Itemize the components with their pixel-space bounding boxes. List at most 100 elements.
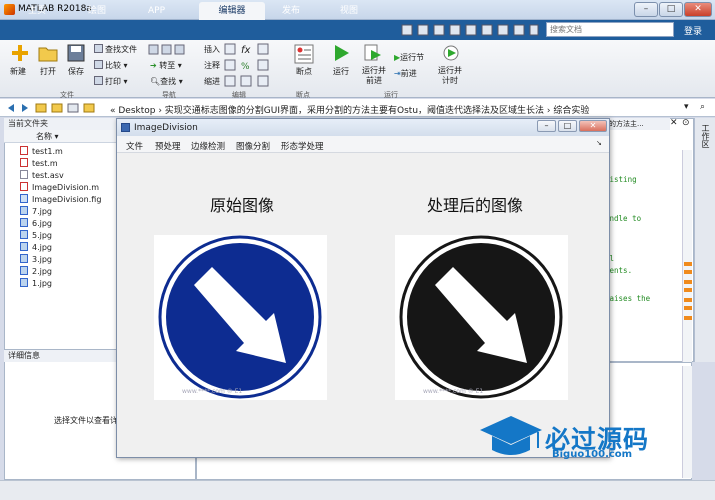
editor-tab-title[interactable]: 割的方法主...	[600, 118, 670, 130]
svg-text:fx: fx	[241, 45, 251, 56]
file-item[interactable]: 1.jpg	[20, 278, 52, 289]
find-files-button[interactable]: 查找文件	[94, 44, 137, 55]
nav-arrows-icon[interactable]	[148, 44, 192, 56]
edit-tool-icons[interactable]: fx %	[224, 43, 272, 88]
image-file-icon	[20, 242, 28, 251]
file-item[interactable]: test.asv	[20, 170, 64, 181]
find-files-icon	[94, 44, 103, 53]
tab-editor[interactable]: 编辑器	[199, 2, 265, 20]
file-name: 5.jpg	[32, 231, 53, 240]
image-file-icon	[20, 218, 28, 227]
search-docs-input[interactable]: 搜索文档	[546, 22, 674, 37]
run-advance-button[interactable]: 运行并 前进	[362, 66, 386, 86]
code-analyzer-mark[interactable]	[684, 270, 692, 274]
file-item[interactable]: test1.m	[20, 146, 63, 157]
open-folder-icon	[38, 47, 58, 62]
code-analyzer-mark[interactable]	[684, 298, 692, 302]
minimize-button[interactable]: –	[634, 2, 658, 17]
section-file: 文件	[60, 91, 74, 99]
run-time-button[interactable]: 运行并 计时	[438, 66, 462, 86]
breakpoint-button[interactable]: 断点	[296, 66, 312, 77]
breakpoint-icon	[294, 44, 314, 64]
matlab-logo-icon	[4, 4, 15, 15]
image-file-icon	[20, 266, 28, 275]
menu-image-segmentation[interactable]: 图像分割	[236, 140, 270, 152]
command-window-scrollbar[interactable]	[682, 366, 692, 478]
figure-close-button[interactable]: ✕	[579, 120, 607, 132]
image-file-icon	[20, 230, 28, 239]
original-image-title: 原始图像	[210, 196, 275, 215]
code-line: andle to	[605, 214, 642, 223]
menu-morphology[interactable]: 形态学处理	[281, 140, 324, 152]
section-breakpoint: 断点	[296, 91, 310, 99]
code-analyzer-mark[interactable]	[684, 316, 692, 320]
indent-button[interactable]: 缩进	[204, 76, 220, 87]
image-file-icon	[20, 278, 28, 287]
comment-button[interactable]: 注释	[204, 60, 220, 71]
file-item[interactable]: 2.jpg	[20, 266, 52, 277]
menu-file[interactable]: 文件	[126, 140, 143, 152]
compare-icon	[94, 60, 103, 69]
file-name: ImageDivision.fig	[32, 195, 102, 204]
editor-menu-icon[interactable]: ⊙	[682, 118, 690, 128]
editor-scrollbar[interactable]	[682, 150, 692, 362]
workspace-dock-tab[interactable]: 工作区	[697, 124, 711, 148]
goto-button[interactable]: ➔ 转至 ▾	[150, 60, 182, 71]
processed-image-axes	[395, 235, 568, 400]
menu-preprocess[interactable]: 预处理	[155, 140, 181, 152]
tab-apps[interactable]: APP	[138, 2, 175, 20]
section-edit: 编辑	[232, 91, 246, 99]
tab-plots[interactable]: 绘图	[78, 2, 116, 20]
print-button[interactable]: 打印 ▾	[94, 76, 128, 87]
figure-maximize-button[interactable]: □	[558, 120, 577, 132]
run-section-button[interactable]: ▶运行节	[394, 52, 424, 63]
code-analyzer-mark[interactable]	[684, 288, 692, 292]
file-item[interactable]: 5.jpg	[20, 230, 52, 241]
menu-edge-detection[interactable]: 边缘检测	[191, 140, 225, 152]
file-name: test1.m	[32, 147, 63, 156]
asv-file-icon	[20, 170, 28, 179]
file-item[interactable]: 3.jpg	[20, 254, 52, 265]
close-button[interactable]: ✕	[684, 2, 712, 17]
code-analyzer-mark[interactable]	[684, 280, 692, 284]
insert-button[interactable]: 插入	[204, 44, 220, 55]
print-icon	[94, 76, 103, 85]
file-name: test.asv	[32, 171, 64, 180]
run-advance-icon	[364, 44, 381, 61]
code-analyzer-mark[interactable]	[684, 262, 692, 266]
file-item[interactable]: 6.jpg	[20, 218, 52, 229]
menubar-expand-icon[interactable]: ↘	[596, 139, 602, 147]
maximize-button[interactable]: □	[659, 2, 683, 17]
tab-home[interactable]: 主页	[18, 2, 56, 20]
tab-view[interactable]: 视图	[330, 2, 368, 20]
save-button[interactable]: 保存	[68, 66, 84, 77]
figure-minimize-button[interactable]: –	[537, 120, 556, 132]
file-item[interactable]: ImageDivision.fig	[20, 194, 101, 205]
code-analyzer-mark[interactable]	[684, 306, 692, 310]
file-item[interactable]: 4.jpg	[20, 242, 52, 253]
new-button[interactable]: 新建	[10, 66, 26, 77]
address-nav-icons[interactable]	[6, 102, 106, 114]
editor-close-icon[interactable]: ✕	[670, 118, 678, 128]
file-name: 7.jpg	[32, 207, 53, 216]
run-button[interactable]: 运行	[333, 66, 349, 77]
path-dropdown-icon[interactable]: ▾	[684, 102, 689, 112]
save-icon	[67, 44, 85, 62]
file-name: 4.jpg	[32, 243, 53, 252]
open-button[interactable]: 打开	[40, 66, 56, 77]
current-path[interactable]: « Desktop › 实现交通标志图像的分割GUI界面，采用分割的方法主要有O…	[110, 103, 690, 116]
file-item[interactable]: test.m	[20, 158, 58, 169]
tab-publish[interactable]: 发布	[272, 2, 310, 20]
file-item[interactable]: 7.jpg	[20, 206, 52, 217]
login-link[interactable]: 登录	[684, 24, 702, 37]
graduation-cap-icon	[480, 416, 542, 455]
status-bar	[0, 480, 715, 500]
find-button[interactable]: 🔍︎查找 ▾	[150, 76, 183, 87]
compare-button[interactable]: 比较 ▾	[94, 60, 128, 71]
compare-label: 比较	[105, 61, 121, 70]
quick-access-toolbar[interactable]	[400, 24, 540, 37]
file-item[interactable]: ImageDivision.m	[20, 182, 99, 193]
path-search-icon[interactable]: ⌕	[700, 102, 705, 112]
advance-button[interactable]: ⇥前进	[394, 68, 417, 79]
m-file-icon	[20, 182, 28, 191]
